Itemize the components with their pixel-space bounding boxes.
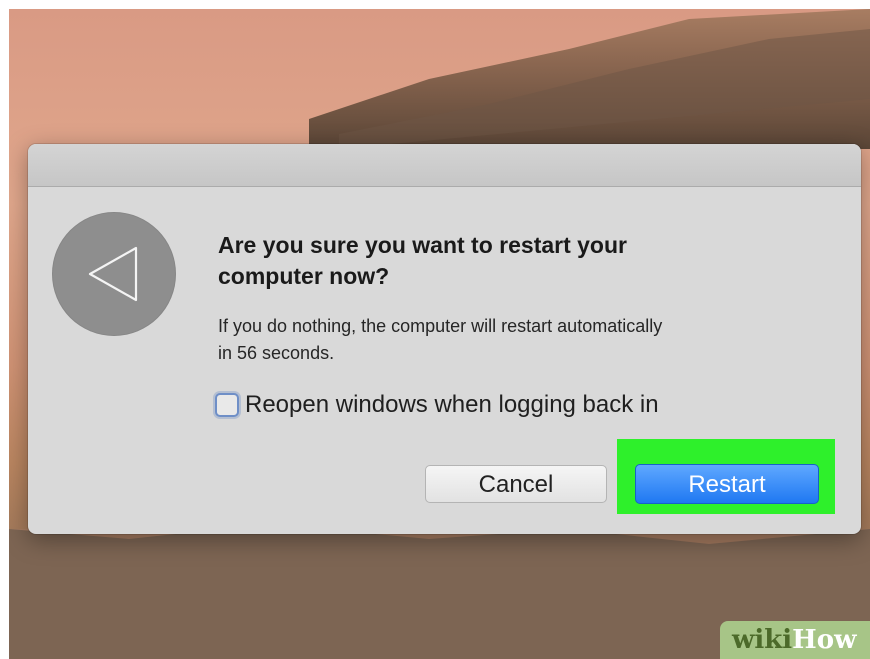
back-triangle-icon xyxy=(52,212,176,336)
cancel-button[interactable]: Cancel xyxy=(425,465,607,503)
desktop-background: Are you sure you want to restart your co… xyxy=(9,9,870,659)
dialog-titlebar xyxy=(28,144,861,187)
reopen-windows-checkbox[interactable] xyxy=(215,393,239,417)
dialog-heading: Are you sure you want to restart your co… xyxy=(218,232,627,289)
wikihow-watermark: wikiHow xyxy=(720,621,870,659)
dialog-message: If you do nothing, the computer will res… xyxy=(218,316,663,363)
reopen-windows-option[interactable]: Reopen windows when logging back in xyxy=(215,388,659,422)
restart-button[interactable]: Restart xyxy=(635,464,819,504)
reopen-windows-label: Reopen windows when logging back in xyxy=(245,391,659,418)
watermark-how: How xyxy=(792,625,857,655)
restart-dialog: Are you sure you want to restart your co… xyxy=(28,144,861,534)
watermark-wiki: wiki xyxy=(732,625,793,655)
